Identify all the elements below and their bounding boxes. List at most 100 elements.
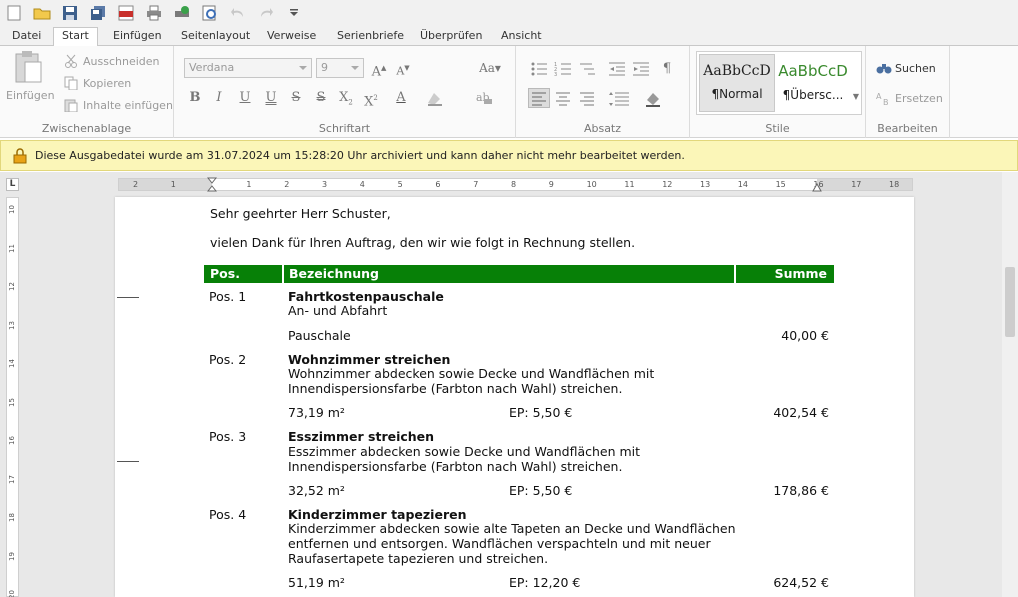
shading-icon[interactable] bbox=[644, 90, 662, 108]
item-pos: Pos. 1 bbox=[209, 289, 247, 304]
ruler-number: 2 bbox=[284, 180, 290, 189]
tab-seitenlayout[interactable]: Seitenlayout bbox=[173, 28, 258, 46]
item-sum: 40,00 € bbox=[781, 328, 829, 343]
align-center-icon[interactable] bbox=[554, 90, 572, 108]
replace-icon: AB bbox=[876, 91, 890, 107]
vertical-scrollbar[interactable] bbox=[1002, 172, 1018, 597]
print-preview-icon[interactable] bbox=[200, 3, 220, 23]
scrollbar-thumb[interactable] bbox=[1005, 267, 1015, 337]
tab-ansicht[interactable]: Ansicht bbox=[493, 28, 550, 46]
svg-text:A: A bbox=[876, 92, 882, 101]
item-qty: 73,19 m² bbox=[288, 405, 345, 420]
vertical-ruler-number: 11 bbox=[8, 243, 16, 253]
line-spacing-icon[interactable] bbox=[608, 90, 629, 108]
shrink-font-icon[interactable]: A▼ bbox=[394, 59, 412, 78]
font-group-label: Schriftart bbox=[318, 122, 371, 135]
item-title: Esszimmer streichen bbox=[288, 429, 435, 444]
svg-text:3: 3 bbox=[554, 72, 557, 78]
superscript-icon[interactable]: X2 bbox=[362, 89, 380, 109]
quick-print-icon[interactable] bbox=[172, 3, 192, 23]
style-normal[interactable]: AaBbCcD ¶Normal bbox=[699, 54, 775, 112]
multilevel-list-icon[interactable] bbox=[578, 60, 596, 78]
tab-datei[interactable]: Datei bbox=[4, 28, 49, 46]
archive-notice-text: Diese Ausgabedatei wurde am 31.07.2024 u… bbox=[35, 149, 685, 162]
print-icon[interactable] bbox=[144, 3, 164, 23]
pdf-export-icon[interactable] bbox=[116, 3, 136, 23]
bullet-list-icon[interactable] bbox=[530, 60, 548, 78]
tab-start[interactable]: Start bbox=[53, 27, 98, 47]
tab-serienbriefe[interactable]: Serienbriefe bbox=[329, 28, 412, 46]
vertical-ruler-number: 18 bbox=[8, 513, 16, 522]
item-pos: Pos. 2 bbox=[209, 352, 247, 367]
ruler-number: 9 bbox=[548, 180, 554, 189]
paste-special-button[interactable]: Inhalte einfügen bbox=[64, 98, 173, 113]
paste-button[interactable]: Einfügen bbox=[6, 50, 55, 108]
tab-verweise[interactable]: Verweise bbox=[259, 28, 324, 46]
vertical-ruler-number: 20 bbox=[8, 590, 16, 597]
underline-icon[interactable]: U bbox=[236, 89, 254, 107]
item-sum: 402,54 € bbox=[773, 405, 829, 420]
font-group: Verdana 9 A▲ A▼ Aa▾ B I U U S S X2 X2 A … bbox=[174, 46, 516, 138]
increase-indent-icon[interactable] bbox=[632, 60, 650, 78]
style-heading[interactable]: AaBbCcD ¶Übersc... bbox=[775, 54, 851, 112]
cut-button[interactable]: Ausschneiden bbox=[64, 54, 160, 68]
item-ep: EP: 5,50 € bbox=[509, 483, 573, 498]
double-underline-icon[interactable]: U bbox=[262, 89, 280, 107]
right-indent-marker-icon[interactable] bbox=[812, 183, 822, 193]
tab-einfuegen[interactable]: Einfügen bbox=[105, 28, 170, 46]
font-size-select[interactable]: 9 bbox=[316, 58, 364, 78]
save-icon[interactable] bbox=[60, 3, 80, 23]
ribbon: Einfügen Ausschneiden Kopieren Inhalte e… bbox=[0, 46, 1018, 138]
strikethrough-icon[interactable]: S bbox=[287, 89, 305, 107]
paragraph-group: 123 ¶ Absatz bbox=[516, 46, 690, 138]
item-line: entfernen und entsorgen. Wandflächen ver… bbox=[288, 536, 711, 551]
ruler-number: 3 bbox=[322, 180, 328, 189]
copy-button[interactable]: Kopieren bbox=[64, 76, 131, 91]
document-page[interactable]: Sehr geehrter Herr Schuster, vielen Dank… bbox=[115, 197, 914, 597]
pilcrow-icon[interactable]: ¶ bbox=[658, 60, 676, 78]
customize-qat-icon[interactable] bbox=[284, 3, 304, 23]
ruler-number: 4 bbox=[359, 180, 365, 189]
grow-font-icon[interactable]: A▲ bbox=[370, 59, 388, 79]
subscript-icon[interactable]: X2 bbox=[337, 89, 355, 107]
replace-button[interactable]: A B Ersetzen bbox=[876, 91, 943, 108]
vertical-ruler-number: 14 bbox=[8, 359, 16, 368]
decrease-indent-icon[interactable] bbox=[608, 60, 626, 78]
horizontal-ruler[interactable]: 2 1 1 2 3 4 5 6 7 8 9 10 11 12 13 14 15 16 17 18 bbox=[118, 177, 913, 193]
highlight-icon[interactable] bbox=[426, 89, 444, 107]
margin-mark bbox=[117, 461, 139, 462]
item-sum: 178,86 € bbox=[773, 483, 829, 498]
item-line: Kinderzimmer abdecken sowie alte Tapeten… bbox=[288, 521, 736, 536]
align-right-icon[interactable] bbox=[578, 90, 596, 108]
indent-marker-icon[interactable] bbox=[207, 177, 217, 193]
vertical-ruler[interactable]: 10 11 12 13 14 15 16 17 18 19 20 bbox=[6, 197, 19, 597]
ruler-number: 13 bbox=[700, 180, 711, 189]
italic-icon[interactable]: I bbox=[210, 89, 228, 107]
change-case-icon[interactable]: Aa▾ bbox=[476, 59, 504, 77]
clipboard-group: Einfügen Ausschneiden Kopieren Inhalte e… bbox=[0, 46, 174, 138]
table-header: Pos. Bezeichnung Summe bbox=[204, 265, 834, 283]
lock-icon bbox=[13, 147, 27, 163]
open-folder-icon[interactable] bbox=[32, 3, 52, 23]
numbered-list-icon[interactable]: 123 bbox=[554, 60, 572, 78]
font-color-icon[interactable]: A bbox=[392, 89, 410, 107]
archive-notice-bar: Diese Ausgabedatei wurde am 31.07.2024 u… bbox=[0, 140, 1018, 171]
styles-gallery: AaBbCcD ¶Normal AaBbCcD ¶Übersc... ▼ bbox=[696, 51, 862, 115]
tab-stop-selector[interactable]: L bbox=[6, 178, 19, 191]
find-button[interactable]: Suchen bbox=[876, 61, 936, 75]
double-strikethrough-icon[interactable]: S bbox=[312, 89, 330, 107]
tab-ueberpruefen[interactable]: Überprüfen bbox=[412, 28, 490, 46]
item-qty: 51,19 m² bbox=[288, 575, 345, 590]
vertical-ruler-number: 13 bbox=[8, 320, 16, 330]
align-left-icon[interactable] bbox=[528, 88, 550, 108]
save-all-icon[interactable] bbox=[88, 3, 108, 23]
undo-icon[interactable] bbox=[228, 3, 248, 23]
ruler-number: 7 bbox=[473, 180, 479, 189]
styles-more-icon[interactable]: ▼ bbox=[853, 92, 859, 101]
item-qty: 32,52 m² bbox=[288, 483, 345, 498]
new-document-icon[interactable] bbox=[4, 3, 24, 23]
clear-formatting-icon[interactable]: ab bbox=[476, 89, 494, 107]
bold-icon[interactable]: B bbox=[186, 89, 204, 107]
font-family-select[interactable]: Verdana bbox=[184, 58, 312, 78]
redo-icon[interactable] bbox=[256, 3, 276, 23]
